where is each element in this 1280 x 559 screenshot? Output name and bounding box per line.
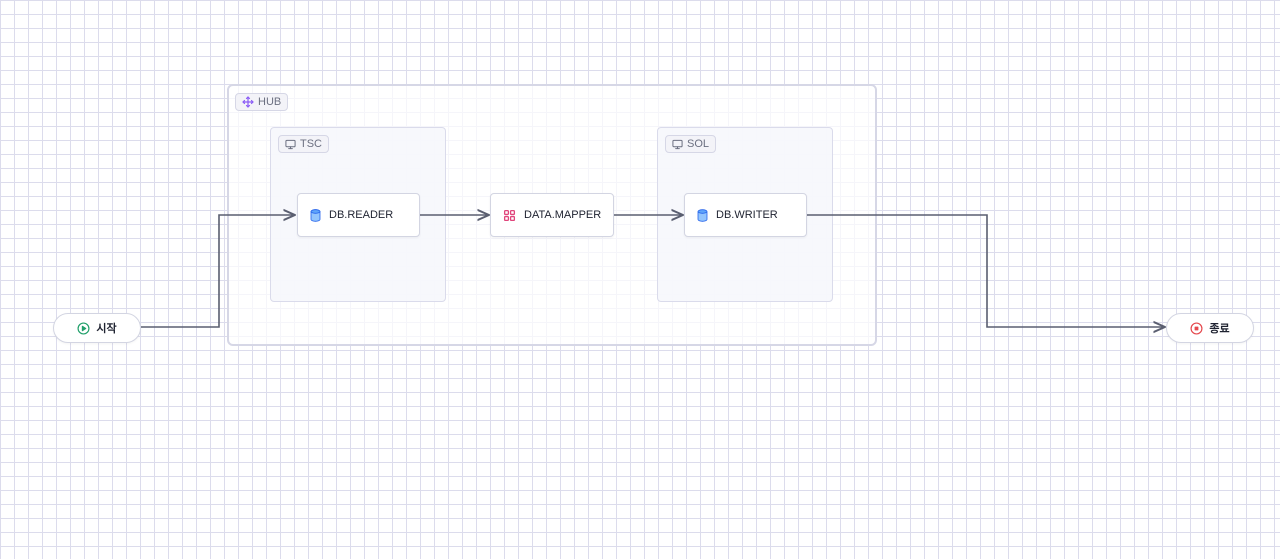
node-data-mapper[interactable]: DATA.MAPPER [490, 193, 614, 237]
grid-icon [503, 209, 516, 222]
node-db-writer[interactable]: DB.WRITER [684, 193, 807, 237]
start-node[interactable]: 시작 [53, 313, 141, 343]
end-node[interactable]: 종료 [1166, 313, 1254, 343]
database-icon [310, 208, 321, 222]
move-icon [242, 96, 254, 108]
end-node-label: 종료 [1209, 323, 1230, 335]
play-circle-icon [77, 321, 90, 335]
group-hub-label: HUB [258, 96, 282, 108]
node-data-mapper-label: DATA.MAPPER [524, 209, 602, 221]
group-tsc-tag: TSC [278, 135, 329, 153]
node-db-reader[interactable]: DB.READER [297, 193, 420, 237]
node-db-reader-label: DB.READER [329, 209, 394, 221]
start-node-label: 시작 [96, 323, 117, 335]
group-hub-tag: HUB [235, 93, 289, 111]
group-tsc-label: TSC [300, 138, 322, 150]
database-icon [697, 208, 708, 222]
group-sol-tag: SOL [665, 135, 717, 153]
node-db-writer-label: DB.WRITER [716, 209, 778, 221]
monitor-icon [672, 139, 683, 150]
group-sol-label: SOL [687, 138, 710, 150]
flow-canvas[interactable]: HUB TSC SOL 시작 DB.READER DATA.MAPPER DB.… [0, 0, 1280, 559]
monitor-icon [285, 139, 296, 150]
stop-circle-icon [1190, 321, 1203, 335]
